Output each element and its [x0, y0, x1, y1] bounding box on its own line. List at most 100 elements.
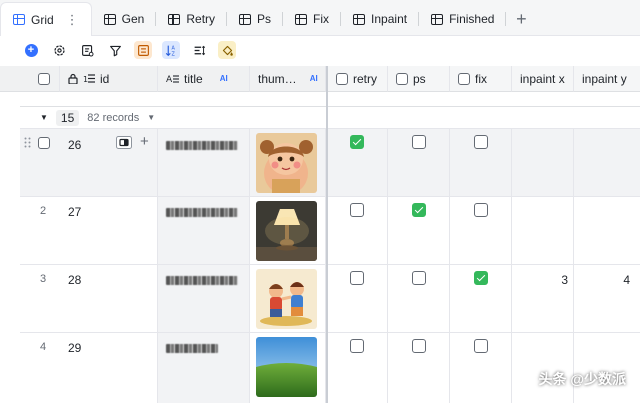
select-all-header[interactable]: [0, 66, 60, 92]
cell-id[interactable]: 27: [68, 205, 81, 219]
fix-checkbox[interactable]: [474, 271, 488, 285]
retry-checkbox[interactable]: [350, 271, 364, 285]
column-header-title[interactable]: A title AI: [158, 66, 250, 92]
row-height-icon: [194, 45, 205, 55]
tab-gen[interactable]: Gen: [92, 3, 157, 35]
expand-record-icon[interactable]: [116, 136, 132, 149]
tab-label: Finished: [449, 12, 495, 26]
filter-button[interactable]: [106, 41, 124, 59]
column-header-id[interactable]: 1 id: [60, 66, 158, 92]
cell-id[interactable]: 28: [68, 273, 81, 287]
cell-inpaint-x[interactable]: 3: [512, 273, 568, 287]
column-label: inpaint y: [582, 71, 627, 86]
add-view-button[interactable]: +: [506, 3, 536, 35]
thumbnail-girl-image[interactable]: [256, 133, 317, 193]
column-label: ps: [413, 71, 426, 86]
tab-inpaint[interactable]: Inpaint: [341, 3, 420, 35]
svg-text:A: A: [166, 75, 173, 84]
fix-checkbox[interactable]: [474, 135, 488, 149]
tab-label: Inpaint: [371, 12, 408, 26]
ps-checkbox[interactable]: [412, 203, 426, 217]
grid-icon: [431, 13, 444, 25]
sort-button[interactable]: AZ: [162, 41, 180, 59]
grid-icon: [103, 13, 116, 25]
grid-icon: [353, 13, 366, 25]
select-all-checkbox[interactable]: [38, 72, 50, 85]
more-icon[interactable]: ⋮: [66, 12, 79, 28]
cell-id[interactable]: 29: [68, 341, 81, 355]
collapse-triangle-icon[interactable]: ▼: [40, 113, 48, 122]
svg-text:Z: Z: [171, 51, 175, 57]
group-button[interactable]: [134, 41, 152, 59]
filter-icon: [109, 45, 121, 56]
tab-finished[interactable]: Finished: [419, 3, 507, 35]
table-row[interactable]: 3 28 3 4: [20, 264, 640, 332]
thumbnail-kids-image[interactable]: [256, 269, 317, 329]
retry-checkbox[interactable]: [350, 135, 364, 149]
cell-id[interactable]: 26: [68, 138, 81, 152]
ps-checkbox[interactable]: [412, 339, 426, 353]
toolbar: + AZ: [0, 36, 640, 64]
checkbox-field-icon: [396, 72, 408, 85]
ps-checkbox[interactable]: [412, 135, 426, 149]
grid-icon: [239, 13, 252, 25]
settings-button[interactable]: [50, 41, 68, 59]
data-grid: 1 id A title AI thum… AI retry ps fix in…: [0, 66, 640, 403]
retry-checkbox[interactable]: [350, 203, 364, 217]
tab-retry[interactable]: Retry: [156, 3, 228, 35]
thumbnail-lamp-image[interactable]: [256, 201, 317, 261]
column-header-inpaint-x[interactable]: inpaint x: [512, 66, 574, 92]
group-record-count: 82 records: [87, 111, 140, 124]
frozen-column-divider[interactable]: [326, 66, 328, 403]
ai-field-badge: AI: [309, 74, 318, 83]
tab-ps[interactable]: Ps: [227, 3, 284, 35]
tab-label: Retry: [186, 12, 216, 26]
sort-icon: AZ: [165, 45, 175, 57]
form-icon: [81, 44, 94, 57]
row-height-button[interactable]: [190, 41, 208, 59]
column-header-inpaint-y[interactable]: inpaint y: [574, 66, 640, 92]
table-row[interactable]: 2 27: [20, 196, 640, 264]
tab-fix[interactable]: Fix: [283, 3, 342, 35]
plus-icon[interactable]: +: [140, 133, 149, 150]
add-record-button[interactable]: +: [22, 41, 40, 59]
tab-grid[interactable]: Grid ⋮: [0, 2, 92, 36]
column-header-fix[interactable]: fix: [450, 66, 512, 92]
group-value: 15: [55, 109, 80, 126]
row-number: 2: [40, 205, 47, 217]
column-label: id: [100, 71, 110, 86]
table-row[interactable]: 26 +: [20, 128, 640, 196]
row-select-checkbox[interactable]: [38, 137, 50, 149]
retry-checkbox[interactable]: [350, 339, 364, 353]
grid-icon: [13, 14, 25, 25]
drag-handle-icon[interactable]: [24, 137, 31, 148]
number-field-icon: 1: [83, 74, 95, 84]
group-header[interactable]: ▼ 15 82 records ▼: [20, 106, 640, 128]
column-header-thumbnail[interactable]: thum… AI: [250, 66, 326, 92]
fix-checkbox[interactable]: [474, 203, 488, 217]
chevron-down-icon[interactable]: ▼: [147, 113, 155, 122]
svg-text:1: 1: [83, 75, 88, 84]
tab-label: Fix: [313, 12, 330, 26]
column-label: fix: [475, 71, 487, 86]
group-icon: [137, 44, 149, 56]
cell-inpaint-y[interactable]: 4: [574, 273, 630, 287]
checkbox-field-icon: [336, 72, 348, 85]
grid-icon: [295, 13, 308, 25]
ps-checkbox[interactable]: [412, 271, 426, 285]
fill-color-icon: [222, 45, 233, 56]
fill-color-button[interactable]: [218, 41, 236, 59]
column-label: title: [184, 71, 203, 86]
lock-icon: [68, 73, 78, 84]
grid-icon: [168, 13, 181, 25]
table-row[interactable]: 4 29: [20, 332, 640, 403]
form-button[interactable]: [78, 41, 96, 59]
plus-circle-icon: +: [24, 43, 38, 57]
tab-label: Ps: [257, 12, 272, 26]
thumbnail-landscape-image[interactable]: [256, 337, 317, 397]
checkbox-field-icon: [458, 72, 470, 85]
column-header-ps[interactable]: ps: [388, 66, 450, 92]
fix-checkbox[interactable]: [474, 339, 488, 353]
column-label: thum…: [258, 71, 297, 86]
column-header-retry[interactable]: retry: [328, 66, 388, 92]
